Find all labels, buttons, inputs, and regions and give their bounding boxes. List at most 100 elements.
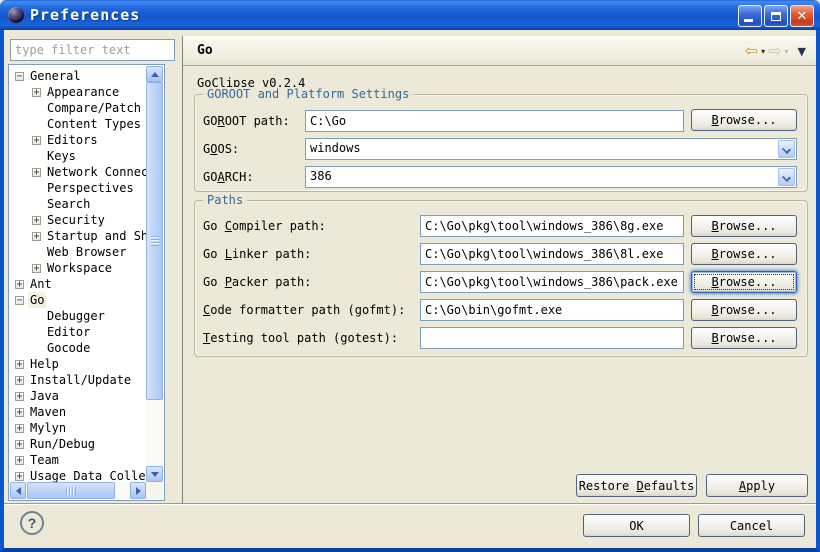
scroll-right-button[interactable] [130, 482, 146, 499]
filter-input[interactable] [10, 39, 175, 61]
restore-defaults-button[interactable]: Restore Defaults [576, 474, 697, 497]
code-formatter-browse-button[interactable]: Browse... [691, 299, 797, 321]
tree-item-startup-and-shu[interactable]: +Startup and Shu [10, 228, 146, 244]
minimize-button[interactable] [738, 5, 762, 27]
apply-button[interactable]: Apply [706, 474, 808, 497]
expand-icon[interactable]: + [15, 472, 24, 481]
group-title: GOROOT and Platform Settings [203, 87, 413, 101]
tree-vertical-scrollbar[interactable] [146, 66, 163, 482]
scrollbar-corner [146, 482, 163, 499]
vertical-scroll-thumb[interactable] [146, 82, 163, 400]
tree-horizontal-scrollbar[interactable] [10, 482, 146, 499]
tree-item-general[interactable]: −General [10, 68, 146, 84]
expand-icon[interactable]: + [32, 136, 41, 145]
tree-item-maven[interactable]: +Maven [10, 404, 146, 420]
goarch-value: 386 [310, 169, 332, 183]
label-text: Go [203, 219, 225, 233]
page-header: Go ⇦ ▾ ⇨ ▾ ▼ [183, 36, 816, 66]
tree-item-label: Search [45, 196, 92, 212]
tree-item-security[interactable]: +Security [10, 212, 146, 228]
testing-tool-path-input[interactable] [420, 327, 684, 349]
tree-item-content-types[interactable]: Content Types [10, 116, 146, 132]
tree-item-network-connect[interactable]: +Network Connect [10, 164, 146, 180]
label-text: inker path: [232, 247, 311, 261]
go-compiler-browse-button[interactable]: Browse... [691, 215, 797, 237]
label-text: GO [203, 114, 217, 128]
tree-item-run-debug[interactable]: +Run/Debug [10, 436, 146, 452]
expand-icon[interactable]: + [15, 456, 24, 465]
expand-icon[interactable]: + [15, 360, 24, 369]
tree-item-appearance[interactable]: +Appearance [10, 84, 146, 100]
tree-item-team[interactable]: +Team [10, 452, 146, 468]
tree-item-mylyn[interactable]: +Mylyn [10, 420, 146, 436]
expand-icon[interactable]: + [15, 280, 24, 289]
button-text: Cancel [730, 519, 773, 533]
goroot-path-input[interactable] [305, 110, 684, 132]
expand-icon[interactable]: + [32, 216, 41, 225]
title-bar[interactable]: Preferences ✕ [0, 0, 820, 30]
expand-icon[interactable]: + [32, 232, 41, 241]
combo-dropdown-button[interactable] [778, 140, 795, 158]
tree-item-perspectives[interactable]: Perspectives [10, 180, 146, 196]
go-linker-path-input[interactable] [420, 243, 684, 265]
expand-icon[interactable]: + [32, 88, 41, 97]
tree-item-java[interactable]: +Java [10, 388, 146, 404]
goroot-browse-button[interactable]: Browse... [691, 109, 797, 131]
arrow-up-icon [151, 72, 159, 77]
back-dropdown-icon[interactable]: ▾ [761, 47, 765, 56]
tree-item-editors[interactable]: +Editors [10, 132, 146, 148]
goos-combo[interactable]: windows [305, 138, 797, 160]
expand-icon[interactable]: + [15, 440, 24, 449]
arrow-right-icon [136, 487, 141, 495]
tree-item-compare-patch[interactable]: Compare/Patch [10, 100, 146, 116]
code-formatter-path-input[interactable] [420, 299, 684, 321]
expand-icon[interactable]: + [32, 168, 41, 177]
tree-item-help[interactable]: + Help [10, 356, 146, 372]
tree-item-label: Install/Update [28, 372, 133, 388]
goos-value: windows [310, 141, 361, 155]
collapse-icon[interactable]: − [15, 296, 24, 305]
tree-item-ant[interactable]: +Ant [10, 276, 146, 292]
collapse-icon[interactable]: − [15, 72, 24, 81]
tree-item-web-browser[interactable]: Web Browser [10, 244, 146, 260]
close-button[interactable]: ✕ [790, 5, 814, 27]
tree-item-label: Web Browser [45, 244, 128, 260]
maximize-icon [771, 12, 781, 21]
tree-item-label: Help [28, 356, 61, 372]
scroll-left-button[interactable] [10, 482, 26, 499]
tree-item-search[interactable]: Search [10, 196, 146, 212]
go-packer-path-input[interactable] [420, 271, 684, 293]
tree-item-gocode[interactable]: Gocode [10, 340, 146, 356]
expand-icon[interactable]: + [15, 408, 24, 417]
back-arrow-icon[interactable]: ⇦ [745, 43, 758, 59]
horizontal-scroll-thumb[interactable] [27, 482, 115, 499]
ok-button[interactable]: OK [583, 514, 690, 537]
view-menu-icon[interactable]: ▼ [798, 45, 806, 58]
tree-item-usage-data-collect[interactable]: +Usage Data Collect [10, 468, 146, 482]
label-mnemonic: A [217, 170, 224, 184]
tree-item-debugger[interactable]: Debugger [10, 308, 146, 324]
tree-item-go[interactable]: −Go [10, 292, 146, 308]
goarch-combo[interactable]: 386 [305, 166, 797, 188]
go-linker-browse-button[interactable]: Browse... [691, 243, 797, 265]
expand-icon[interactable]: + [15, 424, 24, 433]
expand-icon[interactable]: + [15, 376, 24, 385]
maximize-button[interactable] [764, 5, 788, 27]
go-packer-browse-button[interactable]: Browse... [691, 271, 797, 293]
button-text: rowse... [719, 247, 777, 261]
expand-icon[interactable]: + [32, 264, 41, 273]
cancel-button[interactable]: Cancel [698, 514, 805, 537]
button-text: OK [629, 519, 643, 533]
scroll-down-button[interactable] [146, 466, 163, 482]
label-text: Go [203, 275, 225, 289]
tree-item-install-update[interactable]: + Install/Update [10, 372, 146, 388]
combo-dropdown-button[interactable] [778, 168, 795, 186]
expand-icon[interactable]: + [15, 392, 24, 401]
scroll-up-button[interactable] [146, 66, 163, 82]
tree-item-editor[interactable]: Editor [10, 324, 146, 340]
tree-item-keys[interactable]: Keys [10, 148, 146, 164]
go-compiler-path-input[interactable] [420, 215, 684, 237]
testing-tool-browse-button[interactable]: Browse... [691, 327, 797, 349]
tree-item-workspace[interactable]: +Workspace [10, 260, 146, 276]
help-button[interactable]: ? [20, 511, 44, 535]
